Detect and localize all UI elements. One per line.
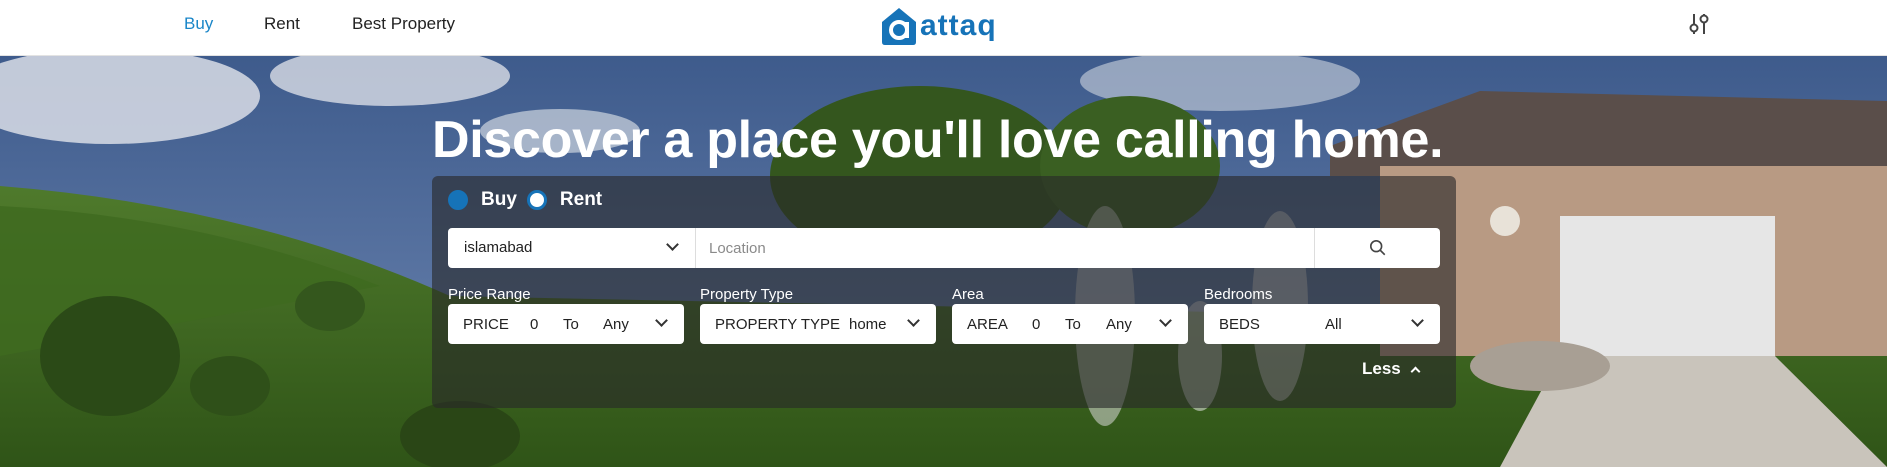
location-input[interactable]	[697, 228, 1313, 268]
property-type-prefix: PROPERTY TYPE	[715, 316, 841, 333]
bedrooms-select[interactable]: BEDS All	[1204, 304, 1440, 344]
property-type-select[interactable]: PROPERTY TYPE home	[700, 304, 936, 344]
property-type-value: home	[849, 316, 887, 333]
price-range-select[interactable]: PRICE 0 To Any	[448, 304, 684, 344]
price-max-value[interactable]: Any	[603, 316, 629, 333]
filter-settings-button[interactable]	[1685, 10, 1713, 38]
search-panel: Buy Rent islamabad Price Range Property …	[432, 176, 1456, 408]
price-to-label: To	[563, 316, 579, 333]
bedrooms-value: All	[1325, 316, 1342, 333]
house-logo-icon	[882, 8, 916, 45]
chevron-down-icon	[666, 238, 679, 251]
chevron-down-icon	[1411, 314, 1424, 327]
hero-section: Discover a place you'll love calling hom…	[0, 56, 1887, 467]
area-max-value[interactable]: Any	[1106, 316, 1132, 333]
price-prefix: PRICE	[463, 316, 509, 333]
buy-radio[interactable]	[448, 190, 468, 210]
hero-title: Discover a place you'll love calling hom…	[432, 111, 1444, 169]
top-navbar: Buy Rent Best Property attaq	[0, 0, 1887, 56]
buy-radio-label[interactable]: Buy	[481, 189, 517, 211]
price-range-label: Price Range	[448, 286, 531, 303]
bedrooms-prefix: BEDS	[1219, 316, 1260, 333]
logo-wordmark: attaq	[920, 9, 997, 42]
price-min-value[interactable]: 0	[530, 316, 538, 333]
city-select[interactable]: islamabad	[448, 228, 696, 268]
search-bar: islamabad	[448, 228, 1440, 268]
nav-rent-link[interactable]: Rent	[264, 14, 300, 34]
search-icon	[1369, 239, 1386, 256]
less-filters-toggle[interactable]: Less	[1362, 359, 1421, 379]
nav-best-property-link[interactable]: Best Property	[352, 14, 455, 34]
nav-buy-link[interactable]: Buy	[184, 14, 213, 34]
chevron-down-icon	[1159, 314, 1172, 327]
rent-radio[interactable]	[526, 190, 547, 210]
chevron-down-icon	[655, 314, 668, 327]
area-label: Area	[952, 286, 984, 303]
property-type-label: Property Type	[700, 286, 794, 303]
area-to-label: To	[1065, 316, 1081, 333]
chevron-up-icon	[1410, 366, 1421, 377]
less-toggle-label: Less	[1362, 359, 1401, 378]
site-logo[interactable]: attaq	[880, 4, 997, 48]
search-button[interactable]	[1314, 228, 1440, 268]
area-min-value[interactable]: 0	[1032, 316, 1040, 333]
listing-type-radio-group: Buy Rent	[448, 189, 612, 211]
area-prefix: AREA	[967, 316, 1008, 333]
sliders-icon	[1689, 14, 1709, 34]
bedrooms-label: Bedrooms	[1204, 286, 1273, 303]
city-select-value: islamabad	[464, 239, 533, 256]
rent-radio-label[interactable]: Rent	[560, 189, 602, 211]
area-select[interactable]: AREA 0 To Any	[952, 304, 1188, 344]
chevron-down-icon	[907, 314, 920, 327]
